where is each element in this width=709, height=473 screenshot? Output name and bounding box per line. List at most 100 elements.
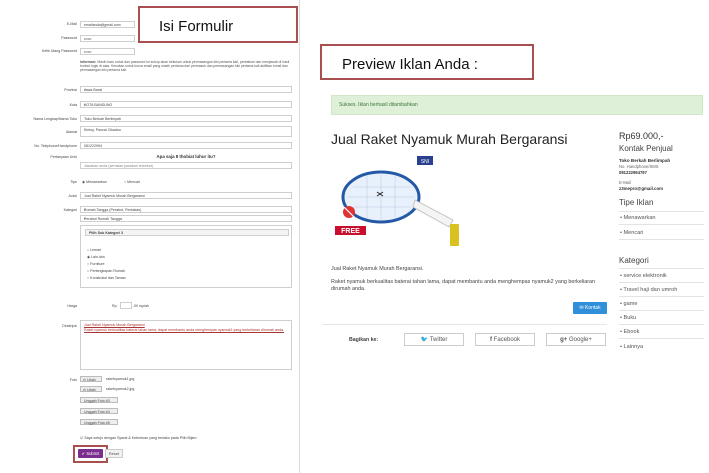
product-image: FREE SNI [333, 152, 463, 247]
kategori-link[interactable]: • game [620, 301, 638, 307]
alamat-value: Kintoy, Pancai Cikadoo [84, 128, 121, 132]
unggah-foto-5-button[interactable]: Unggah Foto #5 [80, 419, 118, 425]
deskripsi-textarea[interactable]: Jual Raket Nyamuk Murah Bergaransi Raket… [80, 320, 292, 370]
divider [619, 310, 704, 311]
foto-ubah-button-1[interactable]: ⊖ Ubah [80, 376, 102, 382]
divider [619, 268, 704, 269]
kategori-link[interactable]: • service elektronik [620, 273, 667, 279]
provinsi-label: Provinsi [64, 88, 77, 92]
kontak-penjual-title: Kontak Penjual [619, 144, 673, 153]
judul-value: Jual Raket Nyamuk Murah Bergaransi [84, 194, 145, 198]
reset-label: Reset [108, 451, 120, 456]
twitter-icon: 🐦 [420, 337, 429, 343]
kontak-button-label: Kontak [585, 305, 601, 311]
foto-ubah-button-2[interactable]: ⊖ Ubah [80, 386, 102, 392]
callout-isi-formulir-text: Isi Formulir [159, 18, 234, 35]
kategori-option-label: Lemari [90, 248, 102, 252]
facebook-icon: f [489, 337, 492, 343]
judul-label: Judul [68, 194, 77, 198]
kota-label: Kota [69, 103, 77, 107]
kategori-option[interactable]: ○ Konstruksi dan Taman [87, 276, 126, 280]
email-value: emailanda@gmail.com [84, 23, 121, 27]
sub-kategori-label: Pilih Sub Kategori 3 [89, 231, 123, 235]
chevron-down-icon: ▾ [84, 103, 86, 107]
nama-value: Toko Berkah Berlimpah [84, 117, 122, 121]
telepon-input[interactable]: 081222994 [80, 142, 292, 149]
kota-select[interactable]: KOTA BANDUNG ▾ [80, 101, 292, 108]
foto-file-name-1: raketnyamuk1.jpg [106, 377, 135, 381]
callout-isi-formulir: Isi Formulir [138, 6, 298, 43]
nama-input[interactable]: Toko Berkah Berlimpah [80, 115, 292, 122]
judul-input[interactable]: Jual Raket Nyamuk Murah Bergaransi [80, 192, 292, 199]
kategori-link[interactable]: • Travel haji dan umroh [620, 287, 677, 293]
telepon-label: No. Telephone/Handphone [34, 144, 77, 148]
provinsi-select[interactable]: Jawa Barat ▾ [80, 86, 292, 93]
reset-button[interactable]: Reset [105, 449, 123, 458]
seller-email[interactable]: z3mepro@gmail.com [619, 186, 663, 191]
kategori-select-2[interactable]: Perabot Rumah Tangga ▾ [80, 215, 292, 222]
password-confirm-input[interactable]: •••••• [80, 48, 135, 55]
kategori-link[interactable]: • Lainnya [620, 344, 643, 350]
seller-name: Toko Berkah Berlimpah [619, 158, 671, 163]
success-alert-text: Sukses. Iklan berhasil ditambahkan [339, 102, 418, 108]
tipe-radio-menawarkan[interactable]: ◉ Menawarkan [82, 180, 107, 184]
kategori-option[interactable]: ○ Furniture [87, 262, 105, 266]
kategori-option-label: Lain-lain [91, 255, 105, 259]
deskripsi-label: Deskripsi [62, 324, 77, 328]
harga-input[interactable] [120, 302, 132, 309]
kategori-option[interactable]: ◉ Lain-lain [87, 255, 105, 259]
deskripsi-line-2: Raket nyamuk berkualitas baterai tahan l… [84, 327, 284, 332]
kategori-select-1[interactable]: Rumah Tangga (Perabot, Perkakas) ▾ [80, 206, 292, 213]
share-google-label: Google+ [568, 337, 592, 343]
submit-label: Submit [86, 451, 100, 456]
unggah-foto-3-button[interactable]: Unggah Foto #3 [80, 397, 118, 403]
foto-ubah-label: Ubah [87, 377, 96, 382]
seller-hp-label: No. Handphone/SMS [619, 164, 659, 169]
divider [619, 282, 704, 283]
tipe-label: Tipe [70, 180, 77, 184]
callout-preview-iklan: Preview Iklan Anda : [320, 44, 534, 80]
password-input[interactable]: •••••• [80, 35, 135, 42]
badge-sni: SNI [421, 159, 429, 165]
foto-file-name-2: raketnyamuk2.jpg [106, 387, 135, 391]
share-google-button[interactable]: g+ Google+ [546, 333, 606, 346]
divider [619, 224, 704, 225]
agree-checkbox[interactable]: ☑ Saya setuju dengan Syarat & Ketentuan … [80, 436, 197, 440]
success-alert: Sukses. Iklan berhasil ditambahkan [331, 95, 703, 115]
kategori-option[interactable]: ○ Lemari [87, 248, 101, 252]
tipe-radio-mencari[interactable]: ○ Mencari [124, 180, 140, 184]
share-twitter-button[interactable]: 🐦 Twitter [404, 333, 464, 346]
email-input[interactable]: emailanda@gmail.com [80, 21, 135, 28]
tipe-link-menawarkan[interactable]: • Menawarkan [620, 215, 656, 221]
bagikan-label: Bagikan ke: [349, 337, 379, 343]
kategori-link[interactable]: • Buku [620, 315, 636, 321]
submit-button[interactable]: ✔ Submit [78, 449, 103, 458]
info-text: Masih baru untuk dan password ini sukup … [80, 60, 290, 73]
sub-kategori-header[interactable]: Pilih Sub Kategori 3 [85, 229, 289, 236]
share-facebook-button[interactable]: f Facebook [475, 333, 535, 346]
kategori-option-label: Perlengkapan Rumah [90, 269, 125, 273]
tipe-link-mencari[interactable]: • Mencari [620, 230, 643, 236]
agree-label: Saya setuju dengan Syarat & Ketentuan ya… [84, 436, 197, 440]
pertanyaan-input[interactable]: Jawaban anda (sertakan jawaban tersebut) [80, 162, 292, 169]
ad-price: Rp69.000,- [619, 131, 664, 141]
unggah-label: Unggah Foto #3 [84, 398, 110, 403]
desc-line-1: Jual Raket Nyamuk Murah Bergaransi. [331, 266, 424, 272]
seller-hp[interactable]: 081222994797 [619, 170, 647, 175]
kategori-label: Kategori [63, 208, 77, 212]
harga-prefix: Rp. [112, 304, 118, 308]
alamat-input[interactable]: Kintoy, Pancai Cikadoo [80, 126, 292, 137]
share-twitter-label: Twitter [429, 337, 448, 343]
kategori-option[interactable]: ○ Perlengkapan Rumah [87, 269, 125, 273]
kontak-button[interactable]: ✉ Kontak [573, 302, 607, 314]
share-facebook-label: Facebook [493, 337, 521, 343]
password-confirm-label: Ketik Ulang Password [41, 49, 77, 53]
chevron-down-icon: ▾ [84, 208, 86, 212]
harga-suffix: ,00 rupiah [133, 304, 149, 308]
divider [619, 324, 704, 325]
kategori-link[interactable]: • Ebook [620, 329, 639, 335]
info-box: Informasi: Masih baru untuk dan password… [80, 60, 292, 80]
callout-preview-iklan-text: Preview Iklan Anda : [342, 56, 478, 73]
unggah-foto-4-button[interactable]: Unggah Foto #4 [80, 408, 118, 414]
kategori-option-label: Furniture [90, 262, 105, 266]
